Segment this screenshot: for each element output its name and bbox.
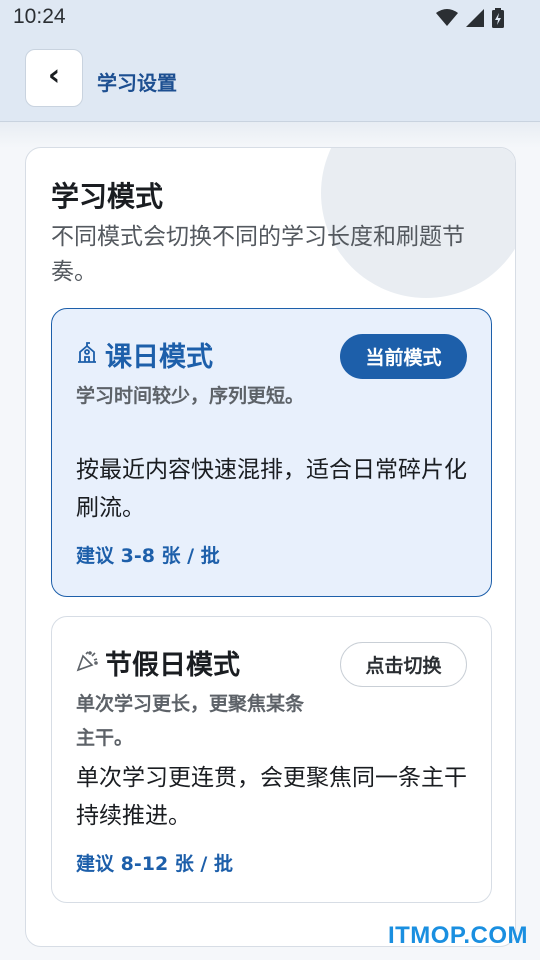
mode-title: 课日模式 [105,342,213,373]
header-shadow [0,122,540,148]
app-bar: ‹ 学习设置 [0,38,540,122]
mode-recommendation: 建议 3-8 张 / 批 [76,545,220,567]
section-title: 学习模式 [51,180,164,213]
learning-mode-card: 学习模式 不同模式会切换不同的学习长度和刷题节奏。 课日模式 当前模式 学习时间… [25,147,516,947]
school-icon [76,342,98,364]
section-description: 不同模式会切换不同的学习长度和刷题节奏。 [51,224,465,285]
party-popper-icon [76,650,98,672]
mode-recommendation: 建议 8-12 张 / 批 [76,853,233,875]
mode-option-weekday[interactable]: 课日模式 当前模式 学习时间较少，序列更短。 按最近内容快速混排，适合日常碎片化… [51,308,492,597]
mode-description: 按最近内容快速混排，适合日常碎片化刷流。 [76,457,467,521]
chevron-left-icon: ‹ [47,58,61,93]
mode-subtitle: 单次学习更长，更聚焦某条主干。 [76,693,305,749]
wifi-icon [436,9,458,31]
mode-subtitle: 学习时间较少，序列更短。 [76,385,305,407]
watermark: ITMOP.COM [387,922,528,949]
current-mode-badge[interactable]: 当前模式 [340,334,467,379]
status-icons [436,8,504,32]
battery-charging-icon [492,8,504,32]
back-button[interactable]: ‹ [25,49,83,107]
status-bar: 10:24 [0,0,540,38]
signal-icon [466,9,484,31]
mode-description: 单次学习更连贯，会更聚焦同一条主干持续推进。 [76,765,467,829]
mode-option-holiday[interactable]: 节假日模式 点击切换 单次学习更长，更聚焦某条主干。 单次学习更连贯，会更聚焦同… [51,616,492,903]
mode-title: 节假日模式 [105,650,240,681]
status-time: 10:24 [13,5,66,28]
page-title: 学习设置 [97,71,177,95]
switch-mode-button[interactable]: 点击切换 [340,642,467,687]
